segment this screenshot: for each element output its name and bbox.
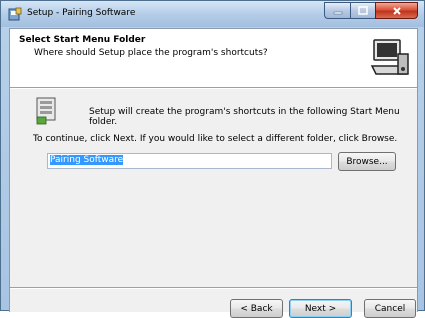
setup-window: Setup - Pairing Software Select Start Me… — [0, 0, 425, 318]
page-title: Select Start Menu Folder — [19, 35, 146, 45]
continue-instructions: To continue, click Next. If you would li… — [33, 134, 398, 144]
close-icon — [392, 6, 401, 15]
minimize-icon — [333, 11, 342, 14]
header-divider — [10, 87, 417, 89]
footer-divider — [10, 287, 417, 289]
window-controls — [324, 2, 418, 20]
start-menu-folder-icon — [36, 97, 56, 125]
minimize-button[interactable] — [324, 2, 350, 19]
info-text: Setup will create the program's shortcut… — [89, 107, 400, 127]
wizard-page: Select Start Menu Folder Where should Se… — [9, 28, 418, 318]
window-title: Setup - Pairing Software — [27, 8, 136, 18]
computer-install-icon — [370, 39, 409, 75]
back-button[interactable]: < Back — [230, 299, 283, 318]
maximize-icon — [358, 6, 368, 15]
page-subtitle: Where should Setup place the program's s… — [34, 48, 268, 58]
next-button[interactable]: Next > — [289, 299, 352, 318]
close-button[interactable] — [375, 2, 418, 19]
cancel-button[interactable]: Cancel — [364, 299, 416, 318]
setup-app-icon — [8, 7, 22, 21]
maximize-button[interactable] — [350, 2, 375, 19]
wizard-header: Select Start Menu Folder Where should Se… — [10, 29, 417, 87]
browse-button[interactable]: Browse... — [338, 152, 396, 171]
title-bar[interactable]: Setup - Pairing Software — [1, 1, 424, 27]
folder-input-selected-text: Pairing Software — [50, 155, 124, 165]
start-menu-folder-input[interactable]: Pairing Software — [47, 153, 332, 169]
